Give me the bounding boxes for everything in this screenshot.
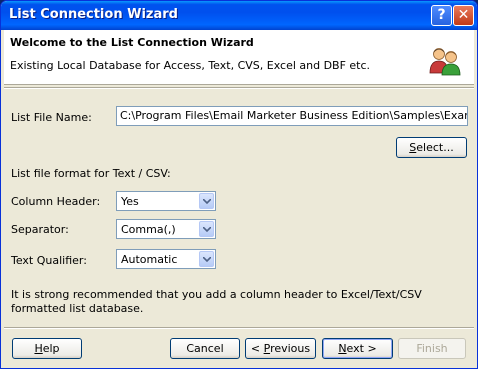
header-title: Welcome to the List Connection Wizard [10, 36, 254, 49]
next-button[interactable]: Next > [322, 338, 393, 359]
text-qualifier-value: Automatic [121, 253, 178, 266]
previous-button[interactable]: < Previous [245, 338, 316, 359]
list-file-input[interactable]: C:\Program Files\Email Marketer Business… [116, 106, 468, 126]
cancel-button[interactable]: Cancel [170, 338, 240, 359]
format-heading: List file format for Text / CSV: [11, 167, 171, 180]
chevron-down-icon[interactable] [199, 193, 214, 209]
separator-select[interactable]: Comma(,) [116, 219, 216, 239]
select-button[interactable]: Select... [396, 137, 467, 158]
title-bar[interactable]: List Connection Wizard ? ✕ [1, 1, 477, 30]
column-header-select[interactable]: Yes [116, 191, 216, 211]
header-subtitle: Existing Local Database for Access, Text… [10, 59, 371, 72]
recommendation-note: It is strong recommended that you add a … [11, 288, 422, 315]
bottom-separator [4, 327, 474, 329]
text-qualifier-label: Text Qualifier: [11, 254, 87, 267]
top-separator [4, 87, 474, 89]
list-file-label: List File Name: [11, 111, 92, 124]
header-panel: Welcome to the List Connection Wizard Ex… [4, 30, 474, 85]
close-button[interactable]: ✕ [453, 5, 474, 26]
separator-value: Comma(,) [121, 223, 176, 236]
text-qualifier-select[interactable]: Automatic [116, 249, 216, 269]
list-file-value: C:\Program Files\Email Marketer Business… [120, 109, 467, 122]
help-title-button[interactable]: ? [431, 5, 452, 26]
wizard-window: List Connection Wizard ? ✕ Welcome to th… [0, 0, 478, 369]
chevron-down-icon[interactable] [199, 251, 214, 267]
window-title: List Connection Wizard [9, 7, 178, 22]
chevron-down-icon[interactable] [199, 221, 214, 237]
finish-button[interactable]: Finish [398, 338, 466, 359]
column-header-label: Column Header: [11, 195, 101, 208]
users-icon [429, 48, 461, 76]
close-icon: ✕ [457, 7, 470, 23]
column-header-value: Yes [121, 195, 139, 208]
separator-label: Separator: [11, 223, 69, 236]
help-button[interactable]: Help [12, 338, 82, 359]
question-icon: ? [437, 7, 446, 23]
